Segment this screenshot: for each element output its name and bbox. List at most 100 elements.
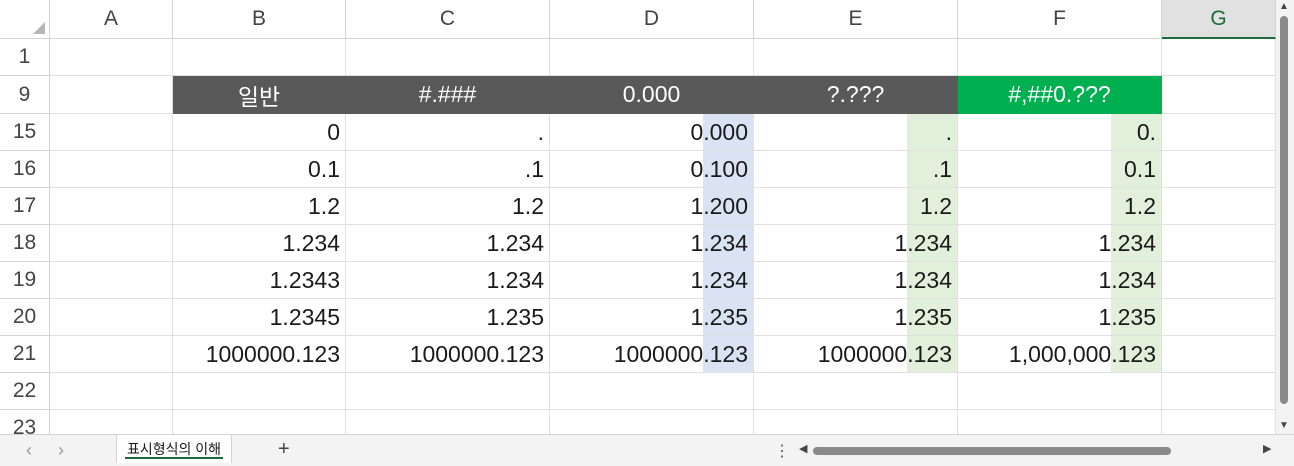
row-header[interactable]: 19 [0, 262, 50, 299]
select-all-corner[interactable] [0, 0, 50, 39]
cell-f22[interactable] [958, 373, 1162, 410]
row-header[interactable]: 9 [0, 76, 50, 114]
cell-g21[interactable] [1162, 336, 1276, 373]
cell-c21[interactable]: 1000000.123 [346, 336, 550, 373]
column-header-f[interactable]: F [958, 0, 1162, 39]
cell-c20[interactable]: 1.235 [346, 299, 550, 336]
cell-g19[interactable] [1162, 262, 1276, 299]
cell-c15[interactable]: . [346, 114, 550, 151]
cell-d20[interactable]: 1.235 [550, 299, 754, 336]
chevron-right-icon[interactable]: › [58, 440, 64, 461]
format-header-d[interactable]: 0.000 [550, 76, 754, 114]
column-header-d[interactable]: D [550, 0, 754, 39]
cell-a20[interactable] [50, 299, 173, 336]
cell-g20[interactable] [1162, 299, 1276, 336]
cell-g18[interactable] [1162, 225, 1276, 262]
scroll-right-icon[interactable]: ▶ [1263, 442, 1271, 455]
scroll-left-icon[interactable]: ◀ [799, 442, 807, 455]
column-header-c[interactable]: C [346, 0, 550, 39]
cell-e15[interactable]: . [754, 114, 958, 151]
row-header[interactable]: 20 [0, 299, 50, 336]
cell-d21[interactable]: 1000000.123 [550, 336, 754, 373]
format-header-f[interactable]: #,##0.??? [958, 76, 1162, 114]
cell-f23[interactable] [958, 410, 1162, 434]
cell-d1[interactable] [550, 39, 754, 76]
cell-b21[interactable]: 1000000.123 [173, 336, 346, 373]
cell-f21[interactable]: 1,000,000.123 [958, 336, 1162, 373]
cell-c16[interactable]: .1 [346, 151, 550, 188]
horizontal-scroll-thumb[interactable] [813, 447, 1171, 455]
row-header[interactable]: 16 [0, 151, 50, 188]
cell-a21[interactable] [50, 336, 173, 373]
cell-a16[interactable] [50, 151, 173, 188]
vertical-scrollbar[interactable]: ▲ ▼ [1276, 0, 1294, 434]
cell-e21[interactable]: 1000000.123 [754, 336, 958, 373]
cell-f15[interactable]: 0. [958, 114, 1162, 151]
vertical-dots-icon[interactable]: ⋮ [774, 441, 790, 461]
cell-c1[interactable] [346, 39, 550, 76]
cell-d17[interactable]: 1.200 [550, 188, 754, 225]
column-header-e[interactable]: E [754, 0, 958, 39]
cell-b19[interactable]: 1.2343 [173, 262, 346, 299]
cell-e1[interactable] [754, 39, 958, 76]
cell-f19[interactable]: 1.234 [958, 262, 1162, 299]
cell-d23[interactable] [550, 410, 754, 434]
cell-c18[interactable]: 1.234 [346, 225, 550, 262]
cell-b15[interactable]: 0 [173, 114, 346, 151]
cell-e16[interactable]: .1 [754, 151, 958, 188]
cell-a1[interactable] [50, 39, 173, 76]
cell-g22[interactable] [1162, 373, 1276, 410]
cell-g23[interactable] [1162, 410, 1276, 434]
format-header-c[interactable]: #.### [346, 76, 550, 114]
cell-g15[interactable] [1162, 114, 1276, 151]
format-header-e[interactable]: ?.??? [754, 76, 958, 114]
cell-f1[interactable] [958, 39, 1162, 76]
row-header[interactable]: 23 [0, 410, 50, 434]
cell-b17[interactable]: 1.2 [173, 188, 346, 225]
scroll-down-icon[interactable]: ▼ [1279, 420, 1289, 431]
cell-c17[interactable]: 1.2 [346, 188, 550, 225]
cell-e23[interactable] [754, 410, 958, 434]
cell-a15[interactable] [50, 114, 173, 151]
cell-d15[interactable]: 0.000 [550, 114, 754, 151]
row-header[interactable]: 18 [0, 225, 50, 262]
row-header[interactable]: 22 [0, 373, 50, 410]
cell-e18[interactable]: 1.234 [754, 225, 958, 262]
cell-b16[interactable]: 0.1 [173, 151, 346, 188]
cell-a18[interactable] [50, 225, 173, 262]
cell-e20[interactable]: 1.235 [754, 299, 958, 336]
cell-f18[interactable]: 1.234 [958, 225, 1162, 262]
cell-a19[interactable] [50, 262, 173, 299]
cell-d19[interactable]: 1.234 [550, 262, 754, 299]
cell-d16[interactable]: 0.100 [550, 151, 754, 188]
row-header[interactable]: 1 [0, 39, 50, 76]
cell-g9[interactable] [1162, 76, 1276, 114]
cell-b18[interactable]: 1.234 [173, 225, 346, 262]
cell-b1[interactable] [173, 39, 346, 76]
cell-a17[interactable] [50, 188, 173, 225]
cell-g17[interactable] [1162, 188, 1276, 225]
cell-d22[interactable] [550, 373, 754, 410]
cell-e17[interactable]: 1.2 [754, 188, 958, 225]
cell-c22[interactable] [346, 373, 550, 410]
cell-b22[interactable] [173, 373, 346, 410]
cell-a23[interactable] [50, 410, 173, 434]
vertical-scroll-thumb[interactable] [1280, 16, 1288, 404]
column-header-a[interactable]: A [50, 0, 173, 39]
cell-c23[interactable] [346, 410, 550, 434]
column-header-g[interactable]: G [1162, 0, 1276, 39]
row-header[interactable]: 17 [0, 188, 50, 225]
column-header-b[interactable]: B [173, 0, 346, 39]
cell-f20[interactable]: 1.235 [958, 299, 1162, 336]
cell-f16[interactable]: 0.1 [958, 151, 1162, 188]
cell-b20[interactable]: 1.2345 [173, 299, 346, 336]
cell-c19[interactable]: 1.234 [346, 262, 550, 299]
sheet-tab[interactable]: 표시형식의 이해 [116, 435, 233, 463]
cell-d18[interactable]: 1.234 [550, 225, 754, 262]
row-header[interactable]: 15 [0, 114, 50, 151]
scroll-up-icon[interactable]: ▲ [1279, 1, 1289, 12]
horizontal-scrollbar[interactable]: ◀ ▶ [797, 443, 1277, 457]
cell-a9[interactable] [50, 76, 173, 114]
cell-b23[interactable] [173, 410, 346, 434]
format-header-b[interactable]: 일반 [173, 76, 346, 114]
